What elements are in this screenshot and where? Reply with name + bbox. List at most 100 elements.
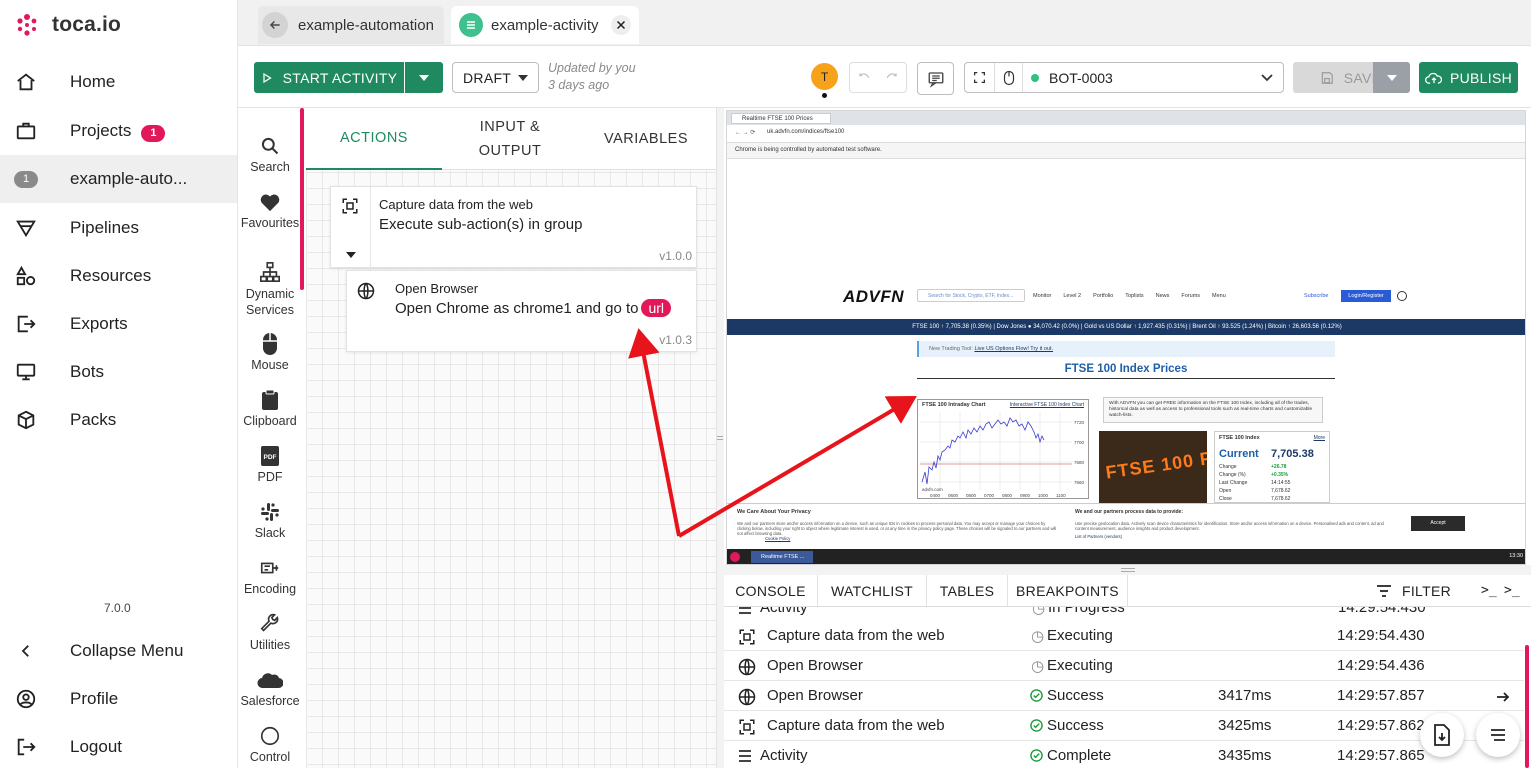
tab-example-automation[interactable]: example-automation (258, 6, 444, 44)
undo-icon[interactable] (850, 71, 878, 85)
fullscreen-icon[interactable] (965, 63, 995, 92)
log-row[interactable]: Open Browser ◷ Executing 14:29:54.436 (724, 651, 1524, 681)
nav-packs[interactable]: Packs (0, 396, 237, 444)
log-row[interactable]: Capture data from the web Success 3425ms… (724, 711, 1524, 741)
document-tabs: example-automation example-activity (238, 0, 1531, 46)
action-title: Capture data from the web (379, 197, 533, 212)
tab-example-activity[interactable]: example-activity (451, 6, 639, 44)
tab-watchlist[interactable]: WATCHLIST (818, 575, 927, 607)
log-row[interactable]: Activity Complete 3435ms 14:29:57.865 (724, 741, 1524, 768)
log-status: In Progress (1048, 607, 1125, 616)
terminal-icon[interactable]: >_ (1481, 583, 1497, 598)
collapse-menu-button[interactable]: Collapse Menu (0, 627, 237, 675)
nav-bots[interactable]: Bots (0, 348, 237, 396)
category-control[interactable]: Control (238, 724, 302, 764)
console-resize-handle[interactable] (724, 565, 1531, 575)
log-time: 14:29:57.857 (1337, 687, 1425, 704)
taskbar-chrome-item: Realtime FTSE ... (751, 551, 813, 563)
caret-down-icon (1386, 74, 1397, 81)
log-time: 14:29:54.430 (1338, 607, 1426, 616)
chart-y-tick: 7680 (1074, 460, 1085, 465)
close-tab-icon[interactable] (611, 15, 631, 35)
log-action-name: Open Browser (767, 687, 863, 704)
project-badge: 1 (14, 170, 38, 188)
log-status: Complete (1047, 747, 1112, 764)
tab-tables[interactable]: TABLES (927, 575, 1008, 607)
nav-home[interactable]: Home (0, 58, 237, 106)
comments-button[interactable] (917, 62, 954, 95)
log-row[interactable]: Capture data from the web ◷ Executing 14… (724, 621, 1524, 651)
action-card-open-browser[interactable]: Open Browser Open Chrome as chrome1 and … (346, 270, 697, 352)
brand[interactable]: toca.io (14, 8, 121, 42)
arrow-right-icon[interactable] (1496, 690, 1510, 707)
interactive-chart-link: Interactive FTSE 100 Index Chart (1009, 402, 1084, 408)
tab-breakpoints[interactable]: BREAKPOINTS (1008, 575, 1128, 607)
stat-value: 14:14:55 (1271, 480, 1291, 486)
site-menu-item: Forums (1181, 293, 1201, 299)
action-card-capture[interactable]: Capture data from the web Execute sub-ac… (330, 186, 697, 269)
url-variable-pill[interactable]: url (641, 299, 672, 317)
nav-projects[interactable]: Projects 1 (0, 107, 237, 155)
site-subscribe-link: Subscribe (1304, 293, 1329, 299)
category-pdf[interactable]: PDF PDF (238, 444, 302, 484)
tab-input-output[interactable]: INPUT & OUTPUT (442, 108, 578, 170)
category-dynamic-services[interactable]: Dynamic Services (238, 260, 302, 318)
site-menu-item: Menu (1212, 293, 1226, 299)
site-user-icon (1397, 291, 1407, 301)
terminal-toggle-icon[interactable]: >_ (1504, 583, 1520, 598)
bot-screen-preview[interactable]: Realtime FTSE 100 Prices ← → ⟳ uk.advfn.… (726, 110, 1526, 565)
category-utilities[interactable]: Utilities (238, 612, 302, 652)
filter-button[interactable]: FILTER (1376, 575, 1451, 607)
back-arrow-icon[interactable] (262, 12, 288, 38)
site-menu: Monitor Level 2 Portfolio Toplists News … (1033, 293, 1226, 299)
tab-label: example-activity (491, 16, 599, 34)
category-slack[interactable]: Slack (238, 500, 302, 540)
banner-prefix: New Trading Tool: (929, 346, 973, 352)
taskbar-clock: 13:30 (1509, 553, 1523, 559)
nav-exports[interactable]: Exports (0, 300, 237, 348)
filter-icon (1377, 585, 1391, 597)
tab-variables[interactable]: VARIABLES (578, 108, 714, 170)
save-options-dropdown[interactable] (1373, 62, 1410, 93)
category-salesforce[interactable]: Salesforce (238, 668, 302, 708)
nav-logout[interactable]: Logout (0, 723, 237, 771)
draft-version-select[interactable]: DRAFT (452, 62, 539, 93)
search-icon (238, 134, 302, 158)
user-circle-icon (14, 687, 38, 711)
nav-profile[interactable]: Profile (0, 675, 237, 723)
category-clipboard[interactable]: Clipboard (238, 388, 302, 428)
nav-label: Bots (70, 362, 105, 381)
main-navigation: toca.io Home Projects 1 1 example-auto...… (0, 0, 238, 768)
log-row[interactable]: Open Browser Success 3417ms 14:29:57.857 (724, 681, 1524, 711)
bot-selector[interactable]: BOT-0003 (964, 62, 1284, 93)
log-time: 14:29:54.430 (1337, 627, 1425, 644)
action-description: Execute sub-action(s) in group (379, 216, 583, 233)
stat-label: Open (1219, 488, 1232, 494)
toca-logo-icon (17, 14, 37, 36)
start-options-dropdown[interactable] (405, 62, 443, 93)
category-mouse[interactable]: Mouse (238, 332, 302, 372)
category-encoding[interactable]: Encoding (238, 556, 302, 596)
panel-resize-handle[interactable] (716, 108, 724, 768)
user-avatar[interactable]: T (811, 63, 838, 90)
tab-actions[interactable]: ACTIONS (306, 108, 442, 170)
mouse-control-icon[interactable] (995, 63, 1023, 92)
cookie-text: We and our partners store and/or access … (737, 521, 1057, 536)
chevron-left-icon (14, 639, 38, 663)
start-activity-button[interactable]: START ACTIVITY (254, 62, 404, 93)
download-log-button[interactable] (1420, 713, 1464, 757)
expand-group-icon[interactable] (346, 245, 356, 263)
wrap-log-button[interactable] (1476, 713, 1520, 757)
updated-by: Updated by you (548, 61, 636, 75)
nav-resources[interactable]: Resources (0, 252, 237, 300)
os-taskbar: Realtime FTSE ... 13:30 (727, 549, 1525, 564)
category-label: Salesforce (240, 694, 300, 708)
redo-icon[interactable] (878, 71, 906, 85)
category-favourites[interactable]: Favourites (238, 190, 302, 230)
nav-label: Exports (70, 314, 128, 333)
nav-current-project[interactable]: 1 example-auto... (0, 155, 237, 203)
tab-console[interactable]: CONSOLE (724, 575, 818, 607)
category-search[interactable]: Search (238, 134, 302, 174)
nav-pipelines[interactable]: Pipelines (0, 204, 237, 252)
publish-button[interactable]: PUBLISH (1419, 62, 1518, 93)
